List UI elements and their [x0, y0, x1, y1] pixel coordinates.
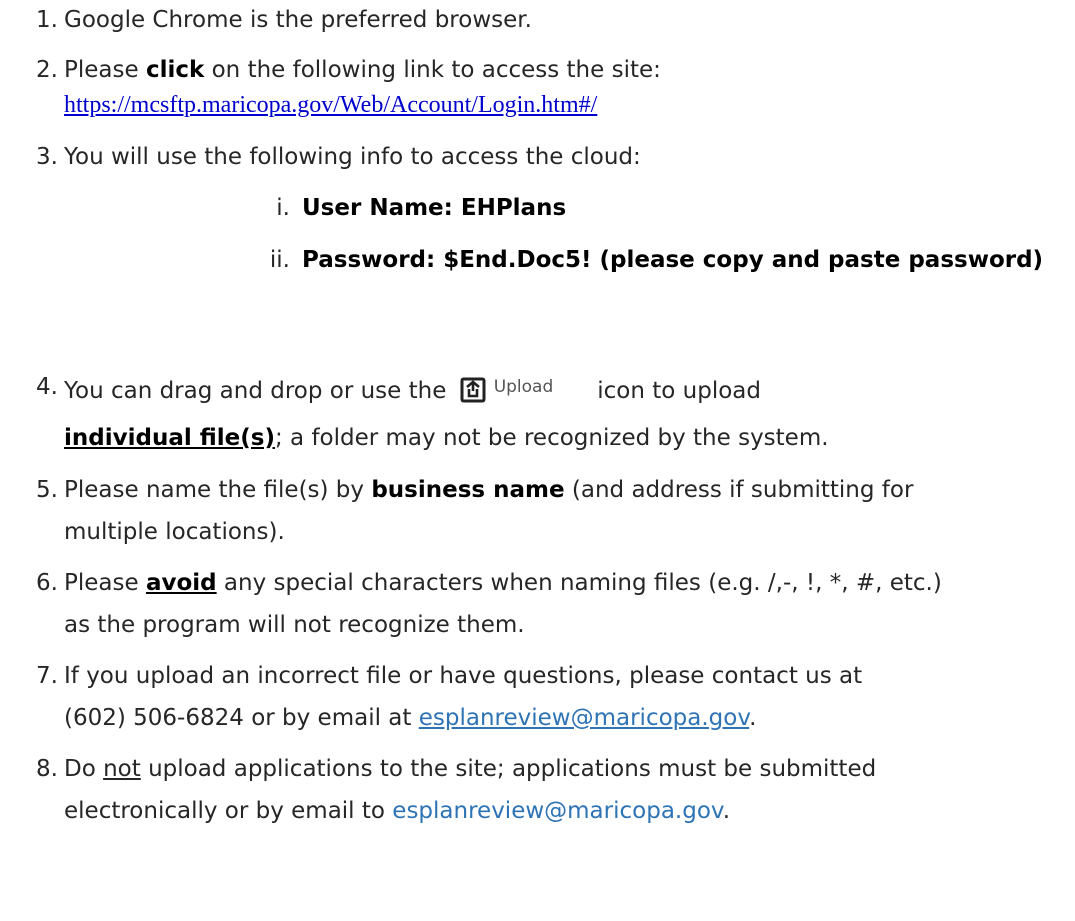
sub-item-number: ii. [269, 247, 290, 273]
applications-email[interactable]: esplanreview@maricopa.gov [392, 798, 722, 824]
item-text: You will use the following info to acces… [64, 144, 641, 170]
item-number: 4. [36, 374, 58, 400]
not-emphasis: not [103, 756, 141, 782]
item-number: 8. [36, 756, 58, 782]
contact-email-link[interactable]: esplanreview@maricopa.gov [419, 705, 749, 731]
login-site-link[interactable]: https://mcsftp.maricopa.gov/Web/Account/… [64, 92, 597, 118]
item-text: Do not upload applications to the site; … [64, 756, 877, 782]
item-text: You can drag and drop or use the Upload i… [64, 372, 761, 411]
item-number: 2. [36, 57, 58, 83]
upload-icon [460, 377, 486, 411]
item-number: 5. [36, 477, 58, 503]
list-item-8-cont: electronically or by email to esplanrevi… [64, 798, 731, 824]
instructions-document: 1. Google Chrome is the preferred browse… [0, 0, 1075, 921]
click-emphasis: click [145, 57, 205, 83]
item-number: 1. [36, 7, 58, 33]
item-text: If you upload an incorrect file or have … [64, 663, 863, 689]
avoid-emphasis: avoid [145, 570, 217, 596]
item-text: Please click on the following link to ac… [64, 57, 661, 83]
list-item-5-cont: multiple locations). [64, 519, 285, 545]
list-item-7-cont: (602) 506-6824 or by email at esplanrevi… [64, 705, 757, 731]
list-item-4-cont: individual file(s); a folder may not be … [64, 425, 829, 451]
item-number: 3. [36, 144, 58, 170]
upload-label: Upload [493, 377, 554, 397]
item-number: 6. [36, 570, 58, 596]
site-link-line: https://mcsftp.maricopa.gov/Web/Account/… [64, 90, 597, 120]
username-text: User Name: EHPlans [302, 195, 567, 221]
list-item-6-cont: as the program will not recognize them. [64, 612, 525, 638]
password-text: Password: $End.Doc5! (please copy and pa… [302, 247, 1044, 273]
item-text: Google Chrome is the preferred browser. [64, 7, 532, 33]
sub-item-number: i. [276, 195, 290, 221]
individual-files-emphasis: individual file(s) [64, 425, 275, 451]
item-text: Please name the file(s) by business name… [64, 477, 914, 503]
business-name-emphasis: business name [371, 477, 565, 503]
item-text: Please avoid any special characters when… [64, 570, 942, 596]
item-number: 7. [36, 663, 58, 689]
